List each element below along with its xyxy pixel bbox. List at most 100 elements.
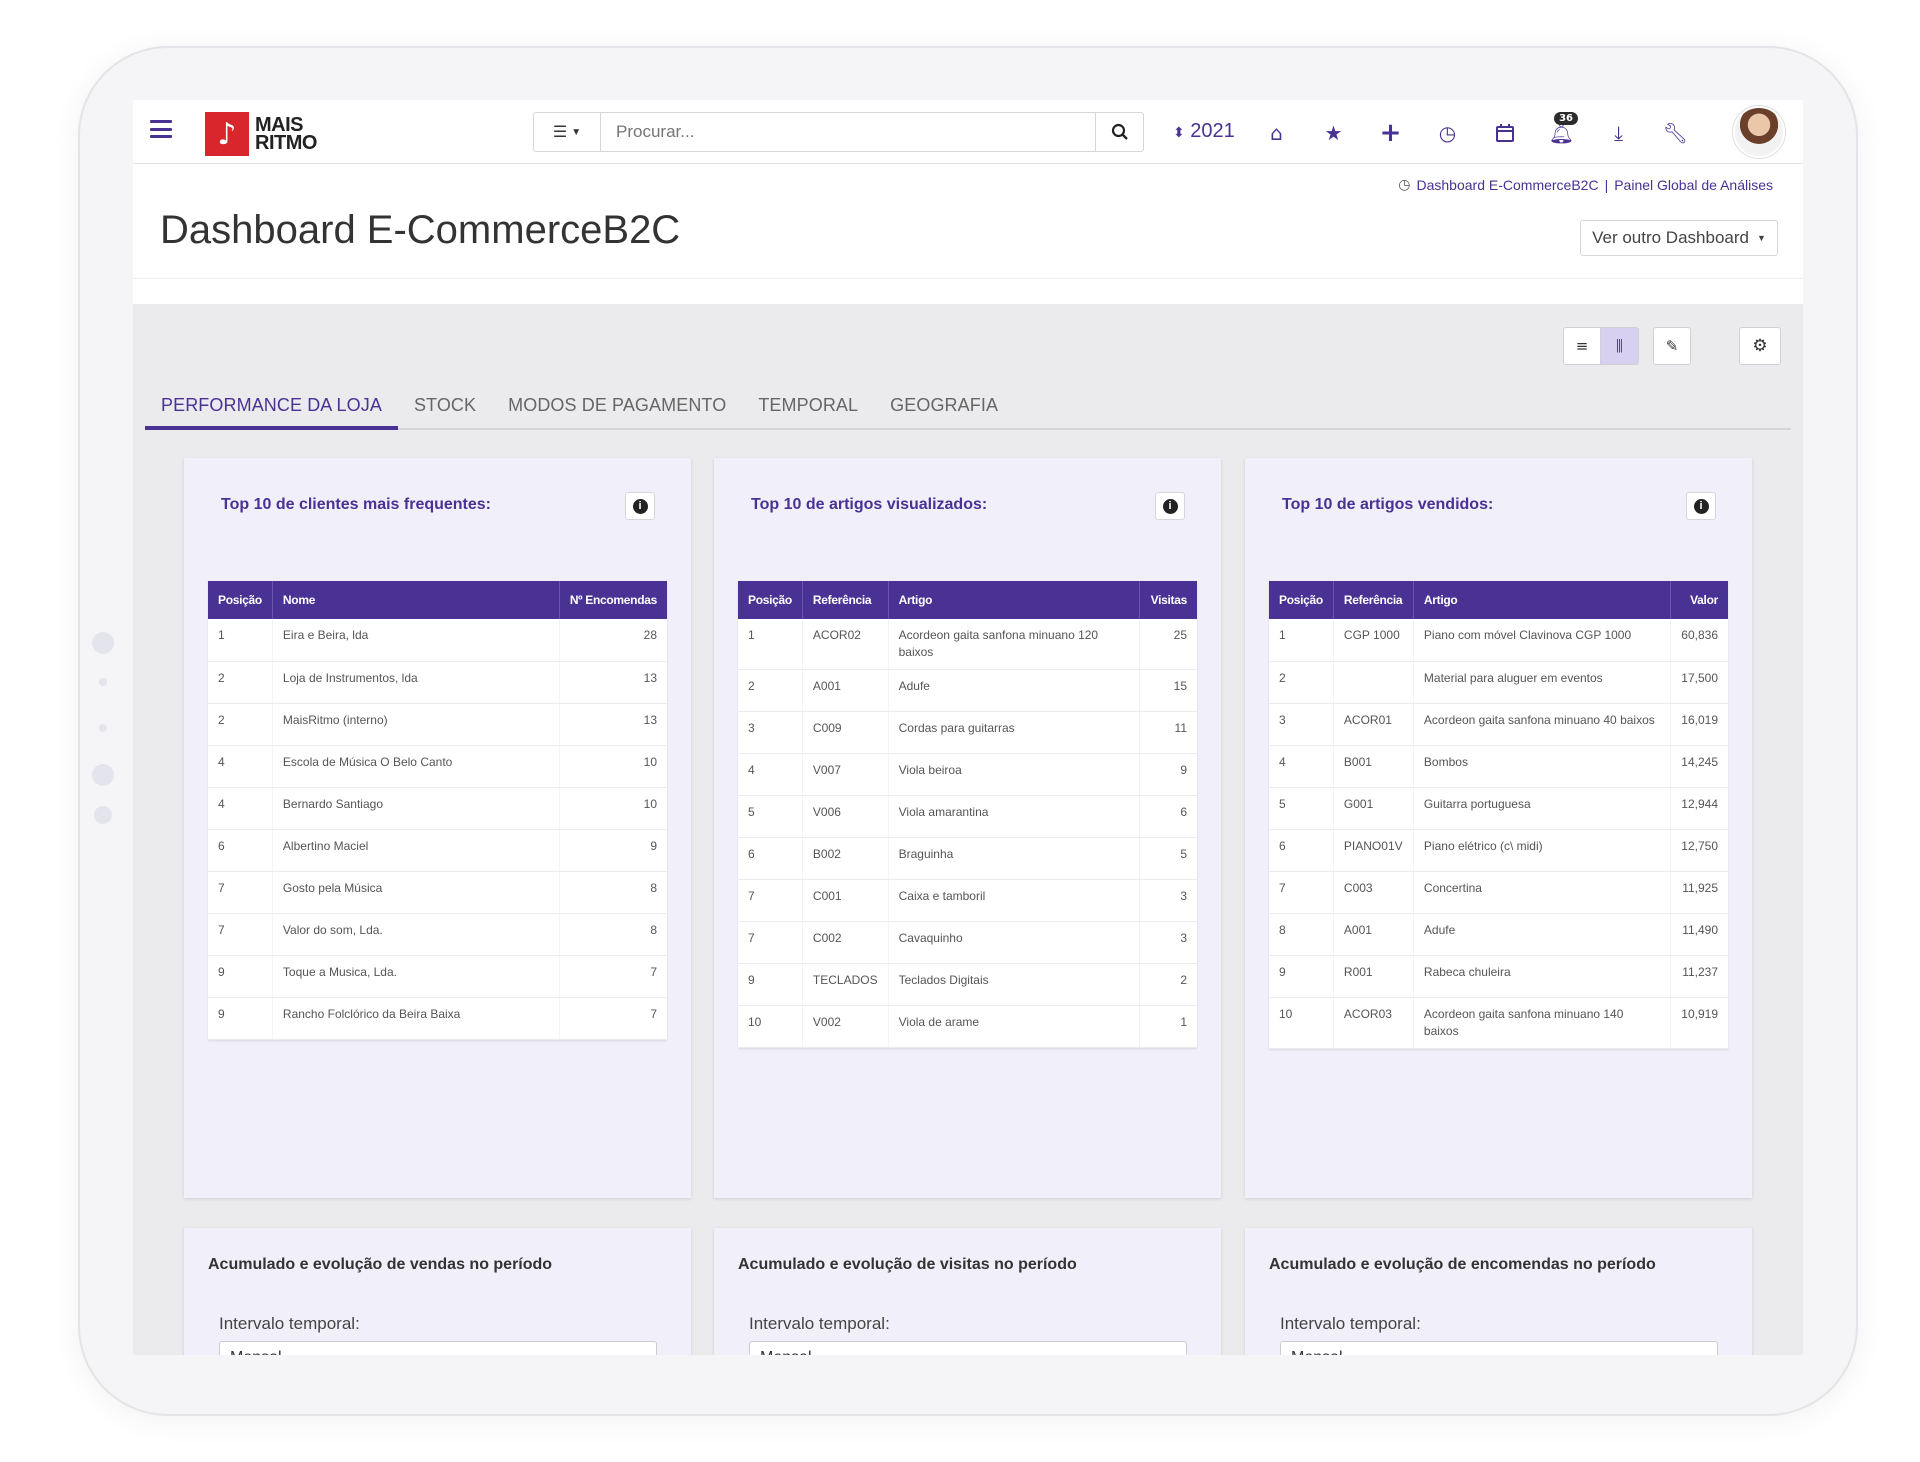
column-header[interactable]: Posição bbox=[208, 581, 273, 619]
tab-bar: Performance da Loja Stock Modos de Pagam… bbox=[145, 383, 1791, 430]
table-cell: 4 bbox=[738, 753, 803, 796]
download-icon[interactable]: ⤓ bbox=[1590, 116, 1647, 150]
table-row[interactable]: 7 Valor do som, Lda. 8 bbox=[208, 913, 667, 956]
column-view-button[interactable]: ⫼ bbox=[1601, 327, 1639, 365]
table-row[interactable]: 6 B002 Braguinha 5 bbox=[738, 837, 1197, 880]
table-row[interactable]: 5 V006 Viola amarantina 6 bbox=[738, 795, 1197, 838]
breadcrumb-item-global[interactable]: Painel Global de Análises bbox=[1614, 177, 1773, 193]
table-row[interactable]: 9 R001 Rabeca chuleira 11,237 bbox=[1269, 955, 1728, 998]
table-row[interactable]: 2 Material para aluguer em eventos 17,500 bbox=[1269, 661, 1728, 704]
table-row[interactable]: 7 C002 Cavaquinho 3 bbox=[738, 921, 1197, 964]
table-row[interactable]: 7 C001 Caixa e tamboril 3 bbox=[738, 879, 1197, 922]
table-cell: ACOR02 bbox=[802, 619, 889, 670]
interval-select[interactable]: Mensal bbox=[749, 1341, 1187, 1355]
menu-icon[interactable] bbox=[150, 120, 172, 138]
column-header[interactable]: Referência bbox=[1333, 581, 1414, 619]
search-button[interactable] bbox=[1096, 112, 1144, 152]
table-row[interactable]: 3 C009 Cordas para guitarras 11 bbox=[738, 711, 1197, 754]
avatar[interactable] bbox=[1733, 106, 1785, 158]
table-row[interactable]: 4 Bernardo Santiago 10 bbox=[208, 787, 667, 830]
table-row[interactable]: 4 V007 Viola beiroa 9 bbox=[738, 753, 1197, 796]
column-header[interactable]: Artigo bbox=[888, 581, 1140, 619]
table-row[interactable]: 4 B001 Bombos 14,245 bbox=[1269, 745, 1728, 788]
tab-payment-methods[interactable]: Modos de Pagamento bbox=[492, 383, 742, 428]
tab-performance[interactable]: Performance da Loja bbox=[145, 383, 398, 430]
table-cell: 25 bbox=[1139, 619, 1197, 670]
bell-icon[interactable]: 🔔︎ 36 bbox=[1533, 112, 1590, 150]
table-row[interactable]: 10 V002 Viola de arame 1 bbox=[738, 1005, 1197, 1048]
table-row[interactable]: 3 ACOR01 Acordeon gaita sanfona minuano 40… bbox=[1269, 703, 1728, 746]
search-input[interactable] bbox=[601, 112, 1096, 152]
tab-temporal[interactable]: Temporal bbox=[742, 383, 874, 428]
list-view-button[interactable]: ≡ bbox=[1563, 327, 1601, 365]
table-cell: B001 bbox=[1333, 745, 1414, 788]
table-row[interactable]: 9 TECLADOS Teclados Digitais 2 bbox=[738, 963, 1197, 1006]
calendar-icon[interactable] bbox=[1476, 116, 1533, 150]
search-filter-dropdown[interactable]: ☰ ▼ bbox=[533, 112, 601, 152]
table-cell: Piano elétrico (c\ midi) bbox=[1413, 829, 1671, 872]
table-row[interactable]: 8 A001 Adufe 11,490 bbox=[1269, 913, 1728, 956]
info-button[interactable]: i bbox=[1686, 492, 1716, 520]
table-row[interactable]: 1 CGP 1000 Piano com móvel Clavinova CGP 1… bbox=[1269, 619, 1728, 662]
table-cell: 5 bbox=[1269, 787, 1334, 830]
caret-down-icon: ▼ bbox=[571, 126, 582, 138]
toolbar-icons: ⌂ ★ + ◷ 🔔︎ 36 ⤓ 🔧︎ bbox=[1248, 112, 1704, 150]
table-row[interactable]: 1 Eira e Beira, lda 28 bbox=[208, 619, 667, 662]
table-row[interactable]: 1 ACOR02 Acordeon gaita sanfona minuano 12… bbox=[738, 619, 1197, 670]
column-header[interactable]: Valor bbox=[1670, 581, 1728, 619]
table-row[interactable]: 5 G001 Guitarra portuguesa 12,944 bbox=[1269, 787, 1728, 830]
table-cell: 7 bbox=[208, 871, 273, 914]
table-cell: Braguinha bbox=[888, 837, 1140, 880]
table-cell: 3 bbox=[1139, 879, 1197, 922]
tab-stock[interactable]: Stock bbox=[398, 383, 492, 428]
settings-button[interactable]: ⚙ bbox=[1739, 327, 1781, 365]
table-cell: 4 bbox=[208, 745, 273, 788]
interval-select[interactable]: Mensal bbox=[219, 1341, 657, 1355]
clock-icon[interactable]: ◷ bbox=[1419, 116, 1476, 150]
table-cell: 7 bbox=[738, 879, 803, 922]
music-note-icon: ♪ bbox=[205, 112, 249, 156]
table-cell: Loja de Instrumentos, lda bbox=[272, 661, 560, 704]
year-selector[interactable]: ⬍ 2021 bbox=[1173, 120, 1235, 143]
column-header[interactable]: Referência bbox=[802, 581, 889, 619]
table-row[interactable]: 7 Gosto pela Música 8 bbox=[208, 871, 667, 914]
divider bbox=[133, 278, 1803, 279]
table-row[interactable]: 2 MaisRitmo (interno) 13 bbox=[208, 703, 667, 746]
table-cell: Teclados Digitais bbox=[888, 963, 1140, 1006]
table-row[interactable]: 4 Escola de Música O Belo Canto 10 bbox=[208, 745, 667, 788]
interval-select[interactable]: Mensal bbox=[1280, 1341, 1718, 1355]
info-icon: i bbox=[1693, 498, 1709, 514]
info-button[interactable]: i bbox=[625, 492, 655, 520]
table-row[interactable]: 6 Albertino Maciel 9 bbox=[208, 829, 667, 872]
table-row[interactable]: 9 Rancho Folclórico da Beira Baixa 7 bbox=[208, 997, 667, 1040]
column-header[interactable]: Posição bbox=[738, 581, 803, 619]
breadcrumb: ◷ Dashboard E-CommerceB2C | Painel Globa… bbox=[1398, 176, 1773, 193]
edit-button[interactable]: ✎ bbox=[1653, 327, 1691, 365]
other-dashboard-dropdown[interactable]: Ver outro Dashboard ▼ bbox=[1580, 220, 1778, 256]
column-header[interactable]: Artigo bbox=[1413, 581, 1671, 619]
column-header[interactable]: Visitas bbox=[1139, 581, 1197, 619]
info-button[interactable]: i bbox=[1155, 492, 1185, 520]
table-row[interactable]: 7 C003 Concertina 11,925 bbox=[1269, 871, 1728, 914]
home-icon[interactable]: ⌂ bbox=[1248, 116, 1305, 150]
table-row[interactable]: 2 A001 Adufe 15 bbox=[738, 669, 1197, 712]
table-row[interactable]: 9 Toque a Musica, Lda. 7 bbox=[208, 955, 667, 998]
column-header[interactable]: Nome bbox=[272, 581, 560, 619]
tab-geography[interactable]: Geografia bbox=[874, 383, 1014, 428]
table-cell: G001 bbox=[1333, 787, 1414, 830]
breadcrumb-item-dashboard[interactable]: Dashboard E-CommerceB2C bbox=[1417, 177, 1599, 193]
wrench-icon[interactable]: 🔧︎ bbox=[1647, 116, 1704, 150]
app-logo[interactable]: ♪ MAIS RITMO bbox=[205, 112, 317, 156]
star-icon[interactable]: ★ bbox=[1305, 116, 1362, 150]
sort-icon: ⬍ bbox=[1173, 124, 1185, 140]
column-header[interactable]: Nº Encomendas bbox=[559, 581, 667, 619]
tablet-dot bbox=[99, 678, 107, 686]
table-row[interactable]: 2 Loja de Instrumentos, lda 13 bbox=[208, 661, 667, 704]
column-header[interactable]: Posição bbox=[1269, 581, 1334, 619]
plus-icon[interactable]: + bbox=[1362, 116, 1419, 150]
table-row[interactable]: 6 PIANO01V Piano elétrico (c\ midi) 12,750 bbox=[1269, 829, 1728, 872]
table-row[interactable]: 10 ACOR03 Acordeon gaita sanfona minuano 1… bbox=[1269, 997, 1728, 1049]
table-cell: 10,919 bbox=[1670, 997, 1728, 1049]
top-viewed-panel: Top 10 de artigos visualizados: i Posiçã… bbox=[714, 458, 1221, 1198]
table-cell: C003 bbox=[1333, 871, 1414, 914]
